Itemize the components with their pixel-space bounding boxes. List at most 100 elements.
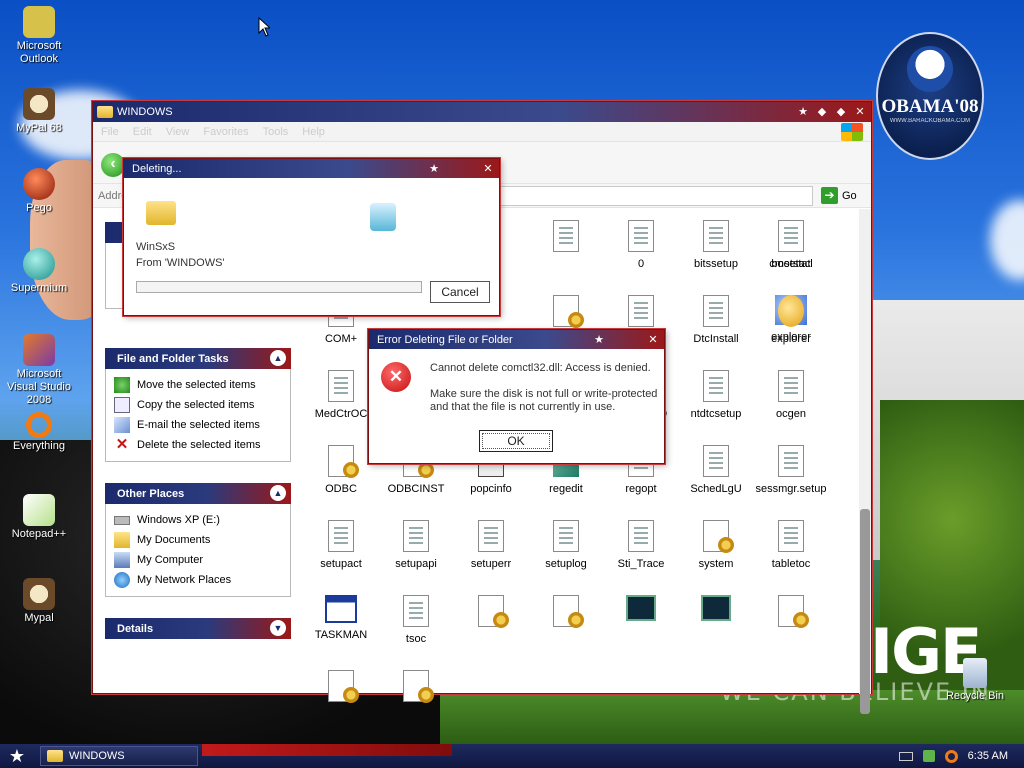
file-item[interactable] — [528, 595, 604, 633]
back-button[interactable]: ‹ — [101, 153, 125, 177]
desktop-icon-everything[interactable]: Everything — [2, 412, 76, 453]
file-item[interactable] — [603, 295, 679, 333]
file-item[interactable]: SchedLgU — [678, 445, 754, 496]
safely-remove-icon[interactable] — [922, 750, 935, 762]
file-item[interactable]: setuperr — [453, 520, 529, 571]
start-button[interactable]: ★ — [0, 744, 34, 768]
task-copy[interactable]: Copy the selected items — [114, 395, 282, 415]
cancel-button[interactable]: Cancel — [430, 281, 490, 303]
ini-file-icon — [703, 220, 729, 252]
maximize-button[interactable]: ◆ — [834, 105, 848, 119]
file-name: ODBCINST — [387, 483, 445, 495]
close-button[interactable]: ✕ — [646, 333, 660, 347]
ini-file-icon — [778, 445, 804, 477]
file-item[interactable]: system — [678, 520, 754, 571]
explorer-titlebar[interactable]: WINDOWS ★ ◆ ◆ ✕ — [93, 102, 871, 122]
ini-file-icon — [703, 445, 729, 477]
file-name: regedit — [549, 483, 583, 495]
file-item[interactable]: tsoc — [378, 595, 454, 646]
desktop-icon-mypal[interactable]: Mypal — [2, 578, 76, 625]
ini-file-icon — [553, 520, 579, 552]
desktop-icon-outlook[interactable]: Microsoft Outlook — [2, 6, 76, 66]
file-item[interactable] — [528, 295, 604, 333]
ini-file-icon — [328, 370, 354, 402]
other-places-header[interactable]: Other Places ▲ — [105, 483, 291, 504]
supermium-icon — [23, 248, 55, 280]
place-my-network[interactable]: My Network Places — [114, 570, 282, 590]
file-name: setuperr — [470, 558, 512, 570]
file-item[interactable]: ntdtcsetup — [678, 370, 754, 421]
desktop-icon-pego[interactable]: Pego — [2, 168, 76, 215]
place-my-computer[interactable]: My Computer — [114, 550, 282, 570]
email-icon — [114, 417, 130, 433]
task-delete[interactable]: ✕ Delete the selected items — [114, 435, 282, 455]
deleting-titlebar[interactable]: Deleting... ★ ✕ — [124, 159, 499, 178]
menu-favorites[interactable]: Favorites — [203, 126, 248, 138]
search-icon[interactable] — [944, 749, 958, 763]
star-icon: ★ — [594, 333, 604, 346]
file-item[interactable]: bitssetup — [678, 220, 754, 271]
details-header[interactable]: Details ▼ — [105, 618, 291, 639]
gear-file-icon — [328, 670, 359, 703]
file-item[interactable]: setupact — [303, 520, 379, 571]
error-titlebar[interactable]: Error Deleting File or Folder ★ ✕ — [369, 330, 664, 349]
file-item[interactable]: Sti_Trace — [603, 520, 679, 571]
go-button[interactable]: ➔ Go — [821, 187, 857, 204]
gear-file-icon — [403, 670, 434, 703]
file-item[interactable] — [453, 595, 529, 633]
place-my-documents[interactable]: My Documents — [114, 530, 282, 550]
task-email[interactable]: E-mail the selected items — [114, 415, 282, 435]
file-item[interactable]: cmsetacl — [753, 220, 829, 271]
deleting-file-name: WinSxS — [136, 241, 176, 253]
gear-file-icon — [553, 595, 584, 628]
file-item[interactable] — [603, 595, 679, 627]
keyboard-icon[interactable] — [898, 751, 913, 761]
taskbar-window-button[interactable]: WINDOWS — [40, 746, 198, 766]
file-name: setupapi — [395, 558, 437, 570]
desktop-icon-mypal68[interactable]: MyPal 68 — [2, 88, 76, 135]
close-button[interactable]: ✕ — [853, 105, 867, 119]
close-button[interactable]: ✕ — [481, 162, 495, 176]
task-move[interactable]: Move the selected items — [114, 375, 282, 395]
file-item[interactable]: 0 — [603, 220, 679, 271]
desktop-icon-supermium[interactable]: Supermium — [2, 248, 76, 295]
scrollbar-thumb[interactable] — [860, 509, 870, 714]
file-item[interactable] — [378, 670, 454, 708]
minimize-button[interactable]: ◆ — [815, 105, 829, 119]
desktop-icon-notepadpp[interactable]: Notepad++ — [2, 494, 76, 541]
menu-edit[interactable]: Edit — [133, 126, 152, 138]
file-name: Sti_Trace — [617, 558, 665, 570]
file-item[interactable] — [528, 220, 604, 258]
file-name: explorer — [771, 333, 811, 345]
menu-tools[interactable]: Tools — [263, 126, 289, 138]
vertical-scrollbar[interactable] — [859, 209, 871, 714]
error-message: Cannot delete comctl32.dll: Access is de… — [430, 362, 651, 374]
file-item[interactable]: setupapi — [378, 520, 454, 571]
file-name: cmsetacl — [769, 258, 813, 270]
file-item[interactable]: ocgen — [753, 370, 829, 421]
file-item[interactable] — [753, 595, 829, 633]
menu-file[interactable]: File — [101, 126, 119, 138]
desktop-icon-label: Recycle Bin — [945, 690, 1005, 702]
file-item[interactable]: sessmgr.setup — [753, 445, 829, 496]
file-item[interactable] — [678, 595, 754, 627]
ok-button[interactable]: OK — [479, 430, 553, 452]
file-item[interactable]: explorer — [753, 295, 829, 346]
file-item[interactable] — [303, 670, 379, 708]
place-label: My Computer — [137, 554, 204, 566]
pane-title: Details — [117, 622, 154, 635]
menu-help[interactable]: Help — [302, 126, 325, 138]
file-name: popcinfo — [470, 483, 512, 495]
clock[interactable]: 6:35 AM — [968, 750, 1008, 762]
place-windows-xp-drive[interactable]: Windows XP (E:) — [114, 510, 282, 530]
desktop-icon-recycle-bin[interactable]: Recycle Bin — [938, 658, 1012, 703]
network-icon — [114, 572, 130, 588]
file-folder-tasks-header[interactable]: File and Folder Tasks ▲ — [105, 348, 291, 369]
file-item[interactable]: TASKMAN — [303, 595, 379, 642]
menu-view[interactable]: View — [166, 126, 190, 138]
file-item[interactable]: setuplog — [528, 520, 604, 571]
file-item[interactable]: tabletoc — [753, 520, 829, 571]
file-item[interactable]: DtcInstall — [678, 295, 754, 346]
ini-file-icon — [778, 220, 804, 252]
desktop-icon-visual-studio[interactable]: Microsoft Visual Studio 2008 — [2, 334, 76, 407]
